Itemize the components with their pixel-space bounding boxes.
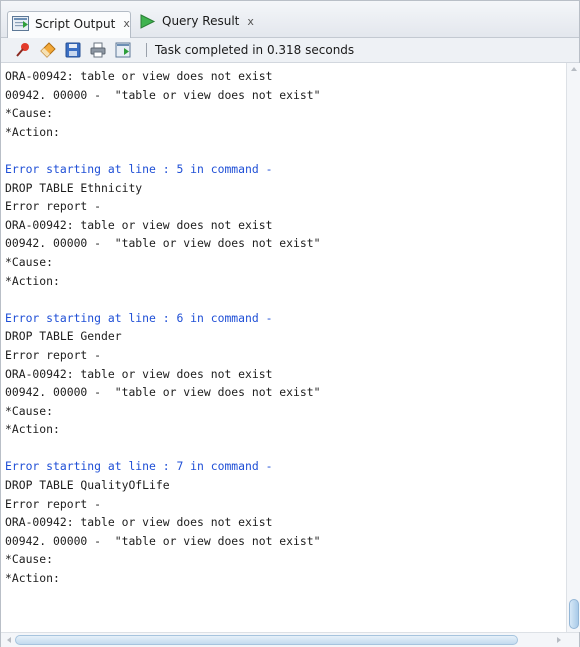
output-line: *Cause: [5,552,54,567]
save-button[interactable] [65,42,81,58]
error-heading-line: Error starting at line : 5 in command - [5,161,273,176]
output-line: DROP TABLE Gender [5,329,122,344]
output-line: 00942. 00000 - "table or view does not e… [5,236,321,251]
output-line: ORA-00942: table or view does not exist [5,69,273,83]
toolbar-separator [146,43,147,57]
output-line: *Action: [5,124,60,139]
vertical-scroll-thumb[interactable] [569,599,579,629]
output-line: DROP TABLE Ethnicity [5,180,143,195]
output-line: ORA-00942: table or view does not exist [5,217,273,232]
output-line: *Action: [5,422,60,437]
play-triangle-icon [140,13,156,29]
script-output-icon [12,16,29,31]
output-line: ORA-00942: table or view does not exist [5,366,273,381]
toolbar: Task completed in 0.318 seconds [1,38,579,63]
output-line: *Action: [5,571,60,586]
tab-script-output[interactable]: Script Output x [7,11,131,39]
horizontal-scrollbar[interactable] [1,632,579,647]
output-line: Error report - [5,347,102,362]
print-icon [90,42,106,58]
scroll-up-arrow-icon[interactable] [571,67,577,71]
output-line: *Cause: [5,254,54,269]
output-line: 00942. 00000 - "table or view does not e… [5,385,321,400]
tab-strip: Script Output x Query Result x [1,1,579,39]
script-output-panel: Script Output x Query Result x Task comp… [0,0,580,647]
output-line: 00942. 00000 - "table or view does not e… [5,533,321,548]
output-line: Error report - [5,199,102,214]
clear-button[interactable] [40,42,56,58]
output-line: *Cause: [5,106,54,121]
pin-icon [16,43,29,57]
script-button[interactable] [115,42,131,58]
tab-label: Script Output [35,16,116,31]
pin-button[interactable] [15,42,31,58]
scroll-left-arrow-icon[interactable] [7,637,11,643]
error-heading-line: Error starting at line : 6 in command - [5,310,273,325]
output-line: *Action: [5,273,60,288]
close-icon[interactable]: x [123,17,130,30]
output-line: *Cause: [5,403,54,418]
script-output-area[interactable]: ORA-00942: table or view does not exist 0… [1,63,566,632]
output-line: ORA-00942: table or view does not exist [5,515,273,530]
close-icon[interactable]: x [247,15,254,28]
tab-query-result[interactable]: Query Result x [135,10,255,32]
error-heading-line: Error starting at line : 7 in command - [5,459,273,474]
eraser-icon [40,42,56,58]
save-icon [65,42,81,58]
print-button[interactable] [90,42,106,58]
horizontal-scroll-thumb[interactable] [15,635,518,645]
output-text: ORA-00942: table or view does not exist 0… [5,67,560,588]
output-line: Error report - [5,496,102,511]
tab-label: Query Result [162,14,240,28]
output-line: DROP TABLE QualityOfLife [5,478,170,493]
scroll-right-arrow-icon[interactable] [557,637,561,643]
output-line: 00942. 00000 - "table or view does not e… [5,87,321,102]
script-icon [115,42,131,58]
task-status-text: Task completed in 0.318 seconds [155,43,355,57]
vertical-scrollbar[interactable] [566,63,580,632]
